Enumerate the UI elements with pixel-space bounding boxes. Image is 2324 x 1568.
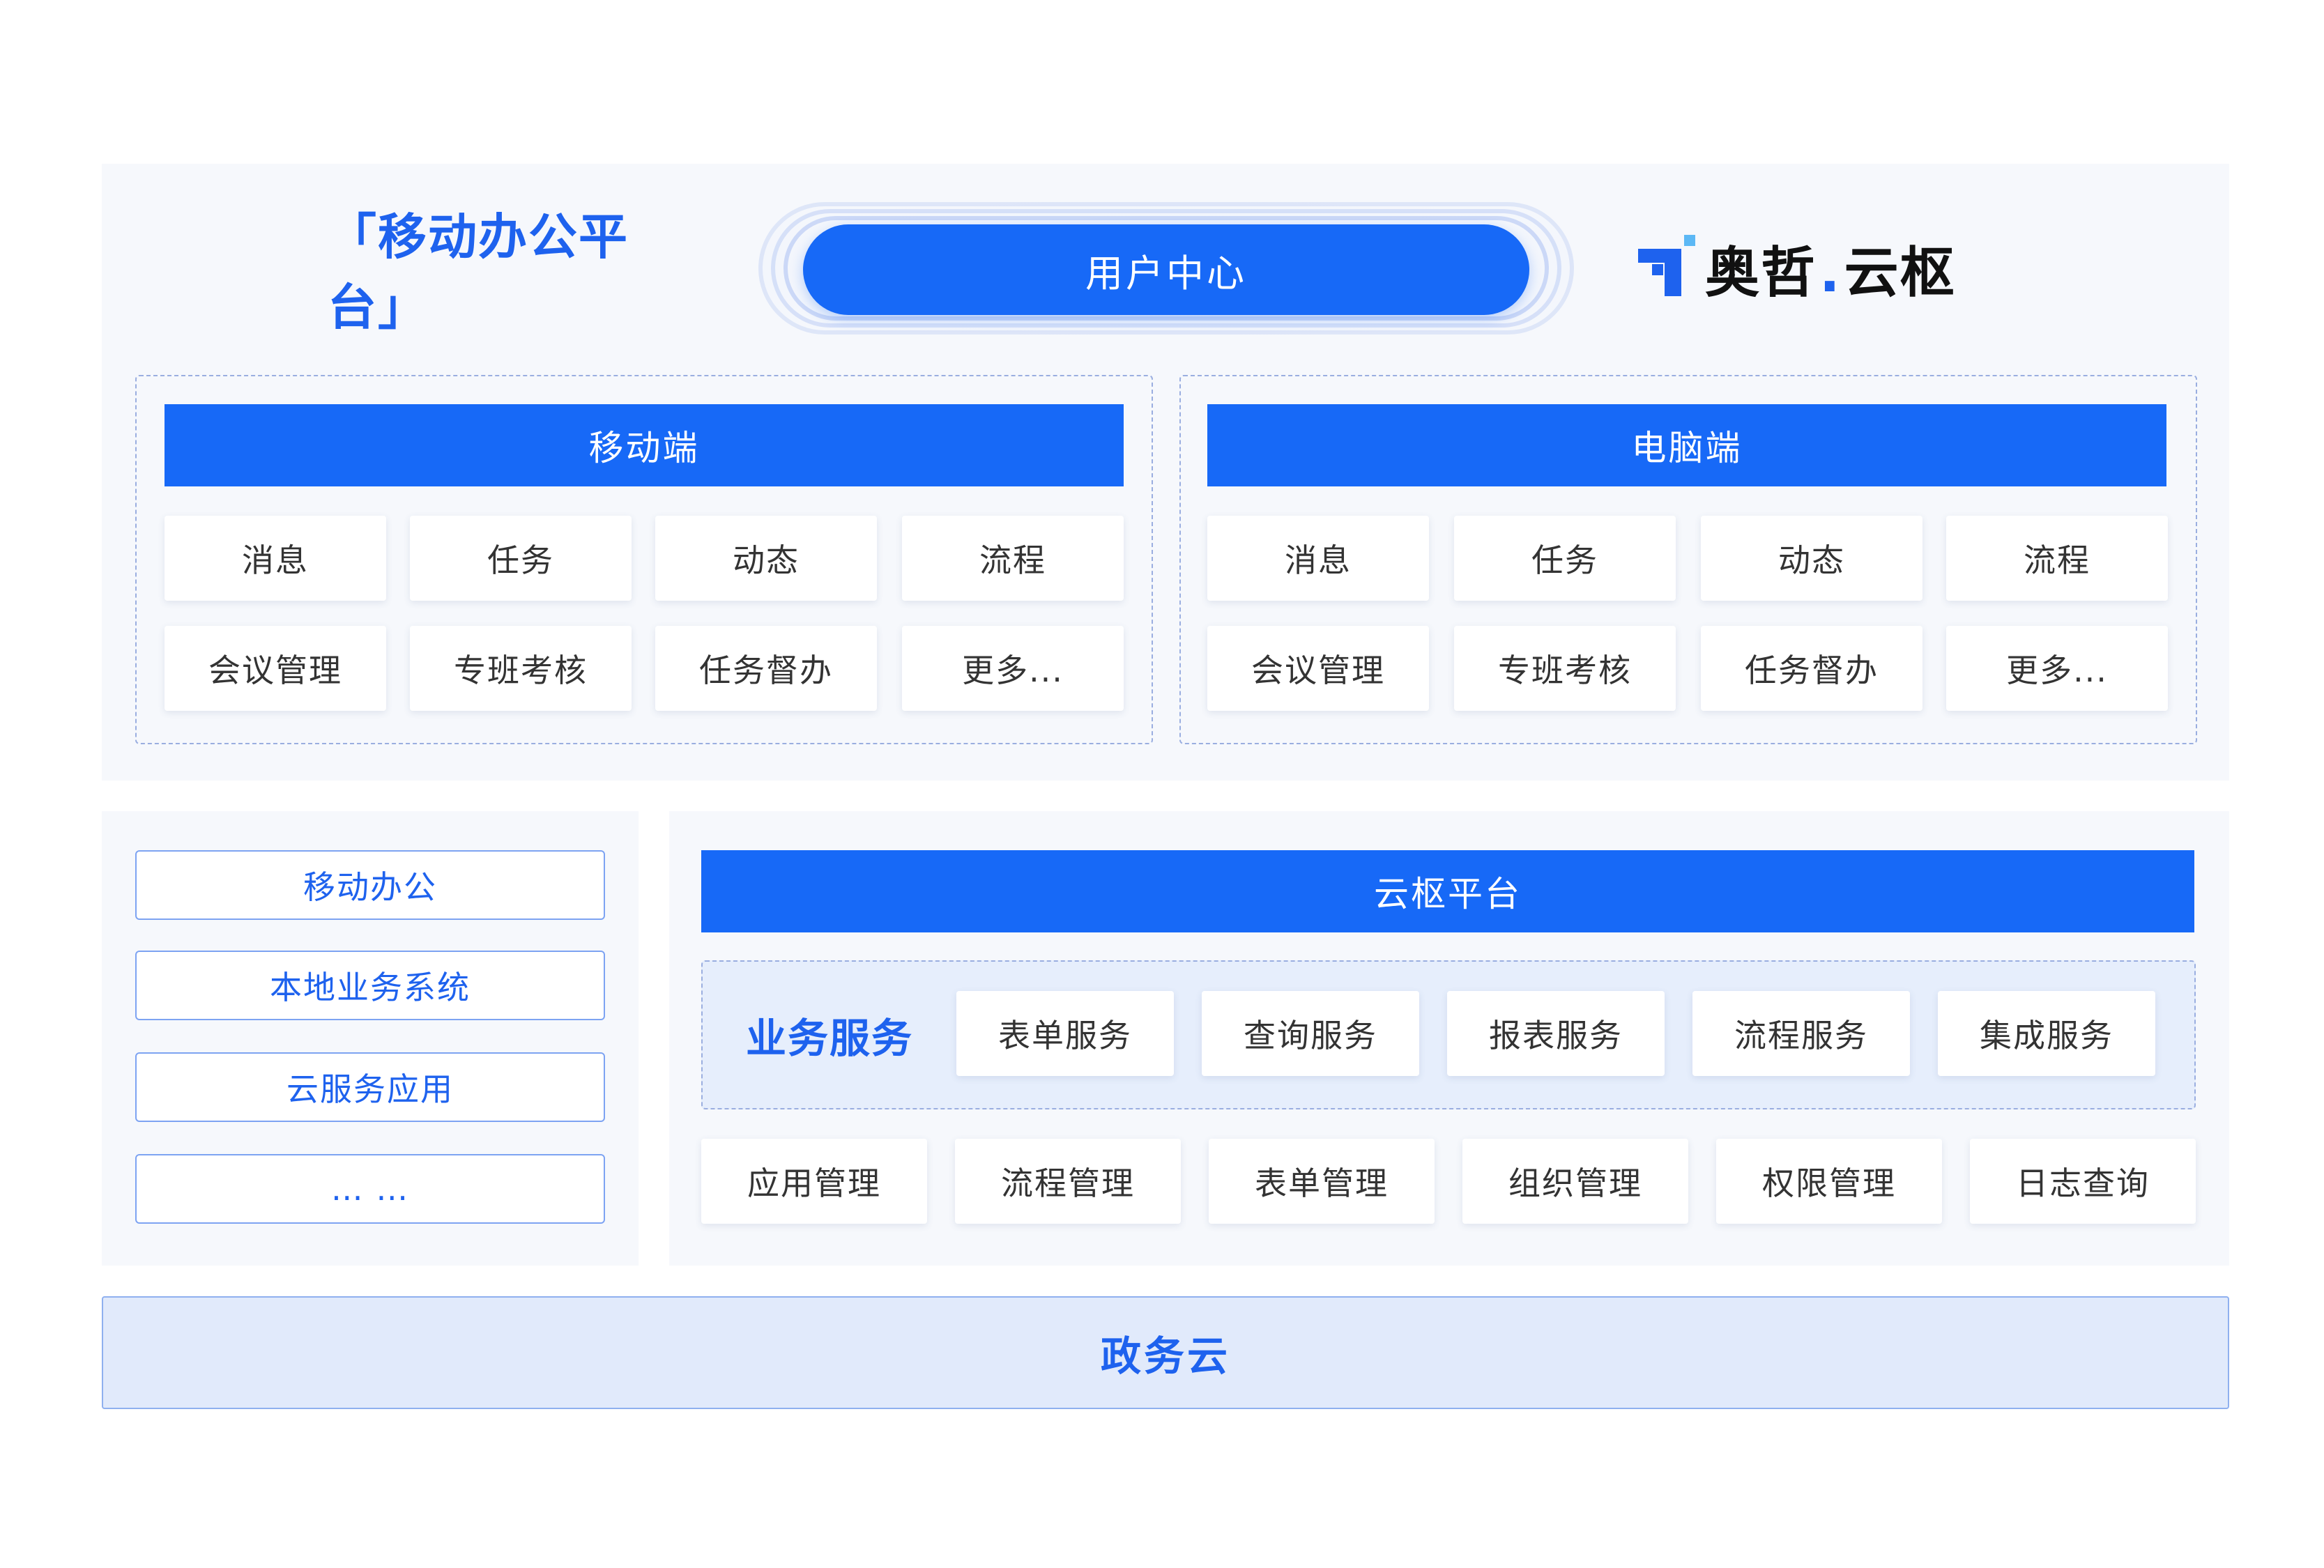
user-center-button[interactable]: 用户中心 bbox=[803, 224, 1529, 315]
service-integration[interactable]: 集成服务 bbox=[1938, 991, 2155, 1076]
platform-header: 云枢平台 bbox=[701, 850, 2194, 932]
mobile-header: 移动端 bbox=[165, 404, 1124, 486]
mgmt-permission[interactable]: 权限管理 bbox=[1716, 1139, 1942, 1224]
pc-tile-task[interactable]: 任务 bbox=[1454, 516, 1676, 601]
mgmt-form[interactable]: 表单管理 bbox=[1209, 1139, 1435, 1224]
mobile-tile-task[interactable]: 任务 bbox=[410, 516, 632, 601]
left-item-local-business[interactable]: 本地业务系统 bbox=[135, 951, 605, 1020]
brand-separator: . bbox=[1819, 242, 1842, 305]
mobile-tile-supervision[interactable]: 任务督办 bbox=[655, 626, 877, 711]
business-services-label: 业务服务 bbox=[745, 1015, 913, 1062]
brand-product: 云枢 bbox=[1844, 242, 1956, 305]
pc-tile-activity[interactable]: 动态 bbox=[1701, 516, 1922, 601]
service-query[interactable]: 查询服务 bbox=[1202, 991, 1419, 1076]
service-report[interactable]: 报表服务 bbox=[1447, 991, 1665, 1076]
gov-cloud-bar: 政务云 bbox=[102, 1296, 2229, 1409]
pc-tile-meeting[interactable]: 会议管理 bbox=[1207, 626, 1429, 711]
pc-tile-assessment[interactable]: 专班考核 bbox=[1454, 626, 1676, 711]
pc-tile-workflow[interactable]: 流程 bbox=[1946, 516, 2168, 601]
pc-header: 电脑端 bbox=[1207, 404, 2166, 486]
left-item-mobile-office[interactable]: 移动办公 bbox=[135, 850, 605, 920]
brand-logo: 奥哲.云枢 bbox=[1638, 230, 1959, 307]
mobile-tile-assessment[interactable]: 专班考核 bbox=[410, 626, 632, 711]
mgmt-workflow[interactable]: 流程管理 bbox=[955, 1139, 1181, 1224]
platform-title: 「移动办公平台」 bbox=[328, 208, 629, 336]
mobile-tile-activity[interactable]: 动态 bbox=[655, 516, 877, 601]
pc-tile-more[interactable]: 更多... bbox=[1946, 626, 2168, 711]
left-item-ellipsis[interactable]: … … bbox=[135, 1154, 605, 1224]
mgmt-organization[interactable]: 组织管理 bbox=[1462, 1139, 1688, 1224]
mobile-tile-message[interactable]: 消息 bbox=[165, 516, 386, 601]
mobile-tile-workflow[interactable]: 流程 bbox=[902, 516, 1124, 601]
left-item-cloud-apps[interactable]: 云服务应用 bbox=[135, 1052, 605, 1122]
pc-tile-message[interactable]: 消息 bbox=[1207, 516, 1429, 601]
service-workflow[interactable]: 流程服务 bbox=[1692, 991, 1910, 1076]
brand-name: 奥哲 bbox=[1705, 242, 1817, 305]
mobile-tile-meeting[interactable]: 会议管理 bbox=[165, 626, 386, 711]
mgmt-application[interactable]: 应用管理 bbox=[701, 1139, 927, 1224]
mobile-tile-more[interactable]: 更多... bbox=[902, 626, 1124, 711]
pc-tile-supervision[interactable]: 任务督办 bbox=[1701, 626, 1922, 711]
brand-logo-icon bbox=[1638, 235, 1695, 296]
service-form[interactable]: 表单服务 bbox=[956, 991, 1174, 1076]
mgmt-log-query[interactable]: 日志查询 bbox=[1970, 1139, 2196, 1224]
brand-logo-text: 奥哲.云枢 bbox=[1705, 229, 1956, 307]
